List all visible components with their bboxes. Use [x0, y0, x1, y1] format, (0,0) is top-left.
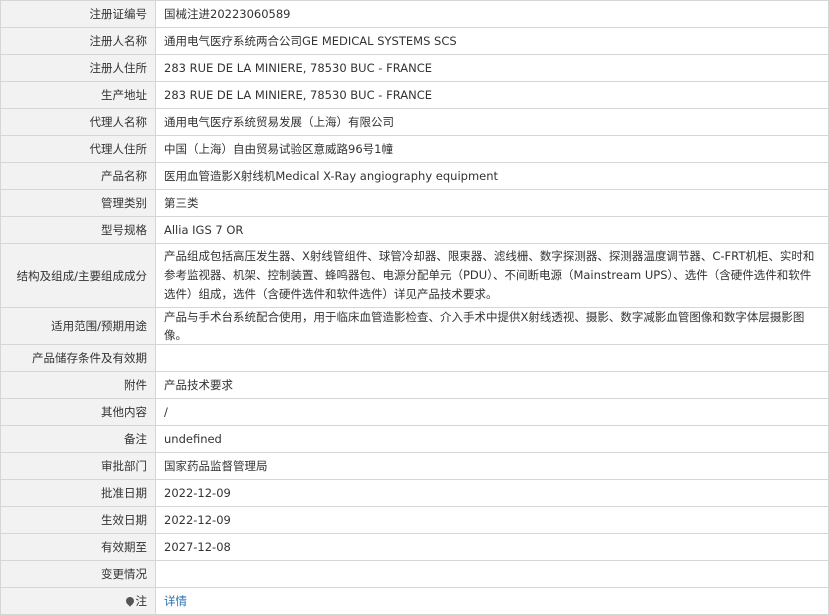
row-agent-name: 代理人名称 通用电气医疗系统贸易发展（上海）有限公司 [0, 108, 829, 136]
row-storage-conditions: 产品储存条件及有效期 [0, 344, 829, 372]
field-label: 型号规格 [0, 216, 156, 244]
field-value: Allia IGS 7 OR [155, 216, 829, 244]
details-link[interactable]: 详情 [164, 594, 187, 608]
row-attachment: 附件 产品技术要求 [0, 371, 829, 399]
field-value: 2027-12-08 [155, 533, 829, 561]
field-value: / [155, 398, 829, 426]
row-registration-number: 注册证编号 国械注进20223060589 [0, 0, 829, 28]
field-value: 产品与手术台系统配合使用，用于临床血管造影检查、介入手术中提供X射线透视、摄影、… [155, 307, 829, 345]
field-value: 283 RUE DE LA MINIERE, 78530 BUC - FRANC… [155, 81, 829, 109]
row-registrant-address: 注册人住所 283 RUE DE LA MINIERE, 78530 BUC -… [0, 54, 829, 82]
row-remarks: 备注 undefined [0, 425, 829, 453]
row-agent-address: 代理人住所 中国（上海）自由贸易试验区意威路96号1幢 [0, 135, 829, 163]
field-label: 生产地址 [0, 81, 156, 109]
field-value: 详情 [155, 587, 829, 615]
row-production-address: 生产地址 283 RUE DE LA MINIERE, 78530 BUC - … [0, 81, 829, 109]
field-value: 通用电气医疗系统贸易发展（上海）有限公司 [155, 108, 829, 136]
field-label: 变更情况 [0, 560, 156, 588]
field-value: 通用电气医疗系统两合公司GE MEDICAL SYSTEMS SCS [155, 27, 829, 55]
pin-icon [123, 595, 136, 607]
field-label: 管理类别 [0, 189, 156, 217]
field-value: 产品技术要求 [155, 371, 829, 399]
row-management-category: 管理类别 第三类 [0, 189, 829, 217]
field-label: 产品名称 [0, 162, 156, 190]
field-label: 代理人名称 [0, 108, 156, 136]
field-value: 283 RUE DE LA MINIERE, 78530 BUC - FRANC… [155, 54, 829, 82]
field-label: 批准日期 [0, 479, 156, 507]
row-model-spec: 型号规格 Allia IGS 7 OR [0, 216, 829, 244]
row-intended-use: 适用范围/预期用途 产品与手术台系统配合使用，用于临床血管造影检查、介入手术中提… [0, 307, 829, 345]
row-approval-department: 审批部门 国家药品监督管理局 [0, 452, 829, 480]
field-label: 产品储存条件及有效期 [0, 344, 156, 372]
field-value: 国家药品监督管理局 [155, 452, 829, 480]
field-value: 国械注进20223060589 [155, 0, 829, 28]
field-value: 产品组成包括高压发生器、X射线管组件、球管冷却器、限束器、滤线栅、数字探测器、探… [155, 243, 829, 308]
field-label: 附件 [0, 371, 156, 399]
field-label: 备注 [0, 425, 156, 453]
row-valid-until: 有效期至 2027-12-08 [0, 533, 829, 561]
row-change-status: 变更情况 [0, 560, 829, 588]
field-label: 适用范围/预期用途 [0, 307, 156, 345]
field-label: 结构及组成/主要组成成分 [0, 243, 156, 308]
row-registrant-name: 注册人名称 通用电气医疗系统两合公司GE MEDICAL SYSTEMS SCS [0, 27, 829, 55]
registration-info-table: 注册证编号 国械注进20223060589 注册人名称 通用电气医疗系统两合公司… [0, 0, 829, 615]
field-value: 2022-12-09 [155, 506, 829, 534]
row-structure-composition: 结构及组成/主要组成成分 产品组成包括高压发生器、X射线管组件、球管冷却器、限束… [0, 243, 829, 308]
field-label: 有效期至 [0, 533, 156, 561]
note-label: 注 [135, 594, 148, 608]
field-value [155, 560, 829, 588]
row-effective-date: 生效日期 2022-12-09 [0, 506, 829, 534]
field-label: 注 [0, 587, 156, 615]
field-value: 2022-12-09 [155, 479, 829, 507]
field-value: 中国（上海）自由贸易试验区意威路96号1幢 [155, 135, 829, 163]
field-value [155, 344, 829, 372]
field-label: 注册人住所 [0, 54, 156, 82]
field-label: 生效日期 [0, 506, 156, 534]
field-label: 注册证编号 [0, 0, 156, 28]
field-label: 注册人名称 [0, 27, 156, 55]
row-product-name: 产品名称 医用血管造影X射线机Medical X-Ray angiography… [0, 162, 829, 190]
row-note: 注 详情 [0, 587, 829, 615]
field-value: 医用血管造影X射线机Medical X-Ray angiography equi… [155, 162, 829, 190]
field-value: 第三类 [155, 189, 829, 217]
field-label: 其他内容 [0, 398, 156, 426]
field-label: 审批部门 [0, 452, 156, 480]
row-approval-date: 批准日期 2022-12-09 [0, 479, 829, 507]
field-label: 代理人住所 [0, 135, 156, 163]
field-value: undefined [155, 425, 829, 453]
row-other-content: 其他内容 / [0, 398, 829, 426]
